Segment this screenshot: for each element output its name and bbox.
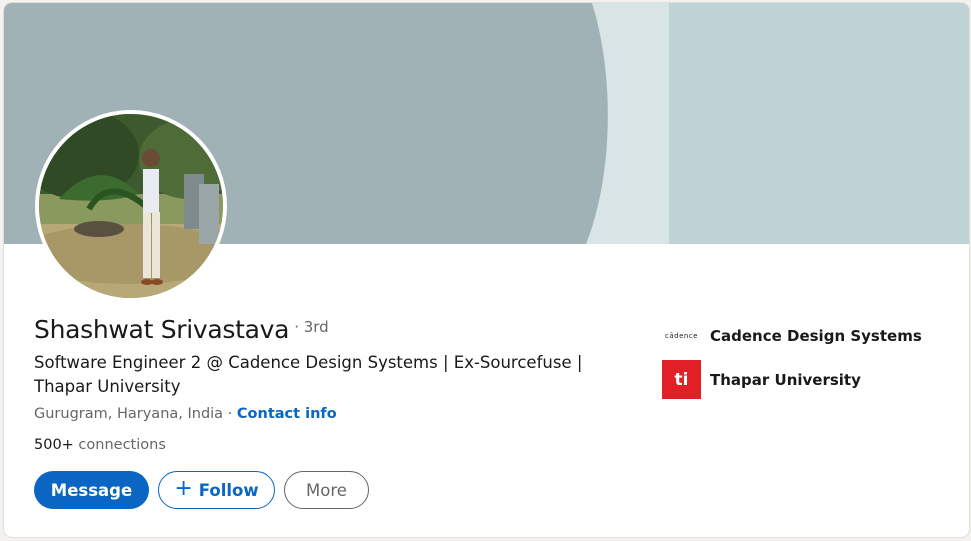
profile-name: Shashwat Srivastava [34, 315, 290, 344]
profile-card: Shashwat Srivastava · 3rd Software Engin… [4, 3, 969, 537]
thapar-logo: ti [662, 360, 701, 399]
connection-degree: · 3rd [294, 318, 329, 336]
contact-info-link[interactable]: Contact info [237, 406, 337, 422]
school-name: Thapar University [710, 370, 861, 389]
profile-photo-image [39, 114, 223, 298]
follow-label: Follow [198, 480, 259, 500]
cadence-logo: cādence [662, 316, 701, 355]
location-separator: · [223, 406, 237, 422]
connections-number: 500+ [34, 437, 74, 453]
profile-photo[interactable] [35, 110, 227, 302]
follow-button[interactable]: + Follow [158, 471, 275, 509]
connections-count[interactable]: 500+ connections [34, 437, 166, 453]
current-company-cadence[interactable]: cādence Cadence Design Systems [662, 316, 922, 355]
name-row: Shashwat Srivastava · 3rd [34, 315, 329, 344]
message-button[interactable]: Message [34, 471, 149, 509]
more-button[interactable]: More [284, 471, 369, 509]
profile-location: Gurugram, Haryana, India [34, 406, 224, 422]
education-thapar[interactable]: ti Thapar University [662, 360, 861, 399]
thapar-logo-text: ti [674, 369, 689, 390]
cadence-logo-text: cādence [665, 331, 698, 340]
location-row: Gurugram, Haryana, India · Contact info [34, 406, 337, 422]
plus-icon: + [174, 476, 193, 501]
company-name: Cadence Design Systems [710, 326, 922, 345]
profile-headline: Software Engineer 2 @ Cadence Design Sys… [34, 353, 583, 396]
connections-label: connections [73, 437, 166, 453]
